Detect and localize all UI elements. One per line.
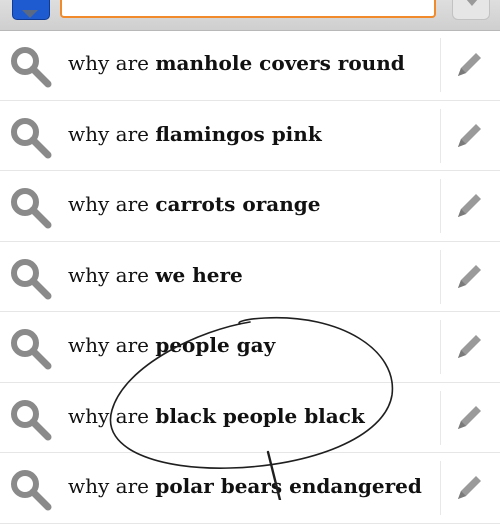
suggestion-completion: we here xyxy=(155,262,243,287)
suggestion-completion: carrots orange xyxy=(155,192,321,216)
suggestion-row[interactable]: why are carrots orange xyxy=(0,171,500,242)
row-divider xyxy=(440,461,441,515)
suggestion-completion: manhole covers round xyxy=(155,51,405,75)
search-icon xyxy=(11,117,52,158)
search-icon xyxy=(11,399,52,440)
pencil-icon[interactable] xyxy=(452,48,486,82)
suggestion-text: why are polar bears endangered xyxy=(68,474,422,498)
chevron-down-icon xyxy=(466,0,478,6)
suggestion-text: why are black people black xyxy=(68,404,365,428)
pencil-icon[interactable] xyxy=(452,260,486,294)
suggestion-text: why are people gay xyxy=(68,333,275,357)
pencil-icon[interactable] xyxy=(452,189,486,223)
search-input[interactable] xyxy=(60,0,436,18)
search-icon xyxy=(11,188,52,229)
suggestion-completion: people gay xyxy=(155,333,276,357)
suggestion-row[interactable]: why are manhole covers round xyxy=(0,30,500,101)
suggestion-row[interactable]: why are we here xyxy=(0,242,500,312)
engine-dropdown-caret-icon[interactable] xyxy=(22,10,38,18)
row-divider xyxy=(440,108,441,163)
suggestion-prefix: why are xyxy=(68,121,156,146)
row-divider xyxy=(440,249,441,304)
suggestion-text: why are we here xyxy=(68,263,243,287)
suggestion-prefix: why are xyxy=(68,474,156,498)
row-divider xyxy=(440,38,441,92)
suggestion-prefix: why are xyxy=(68,192,156,216)
suggestion-row[interactable]: why are black people black xyxy=(0,383,500,453)
pencil-icon[interactable] xyxy=(452,330,486,364)
search-icon xyxy=(11,470,52,511)
search-bar xyxy=(0,0,500,31)
suggestion-completion: black people black xyxy=(155,403,365,428)
suggestion-text: why are carrots orange xyxy=(68,192,320,216)
suggestion-text: why are flamingos pink xyxy=(68,122,322,146)
suggestion-prefix: why are xyxy=(68,333,156,357)
suggestion-prefix: why are xyxy=(68,51,156,75)
suggestion-row[interactable]: why are polar bears endangered xyxy=(0,453,500,524)
suggestion-prefix: why are xyxy=(68,262,156,287)
pencil-icon[interactable] xyxy=(452,119,486,153)
suggestion-list: why are manhole covers round why are fla… xyxy=(0,30,500,524)
suggestion-row[interactable]: why are people gay xyxy=(0,312,500,383)
search-icon xyxy=(11,329,52,370)
row-divider xyxy=(440,179,441,233)
suggestion-prefix: why are xyxy=(68,403,156,428)
suggestion-completion: flamingos pink xyxy=(155,121,322,146)
suggestion-row[interactable]: why are flamingos pink xyxy=(0,101,500,171)
menu-button[interactable] xyxy=(452,0,490,20)
pencil-icon[interactable] xyxy=(452,401,486,435)
search-icon xyxy=(11,258,52,299)
row-divider xyxy=(440,390,441,445)
row-divider xyxy=(440,320,441,374)
suggestion-text: why are manhole covers round xyxy=(68,51,405,75)
search-icon xyxy=(11,47,52,88)
suggestion-completion: polar bears endangered xyxy=(155,474,422,498)
